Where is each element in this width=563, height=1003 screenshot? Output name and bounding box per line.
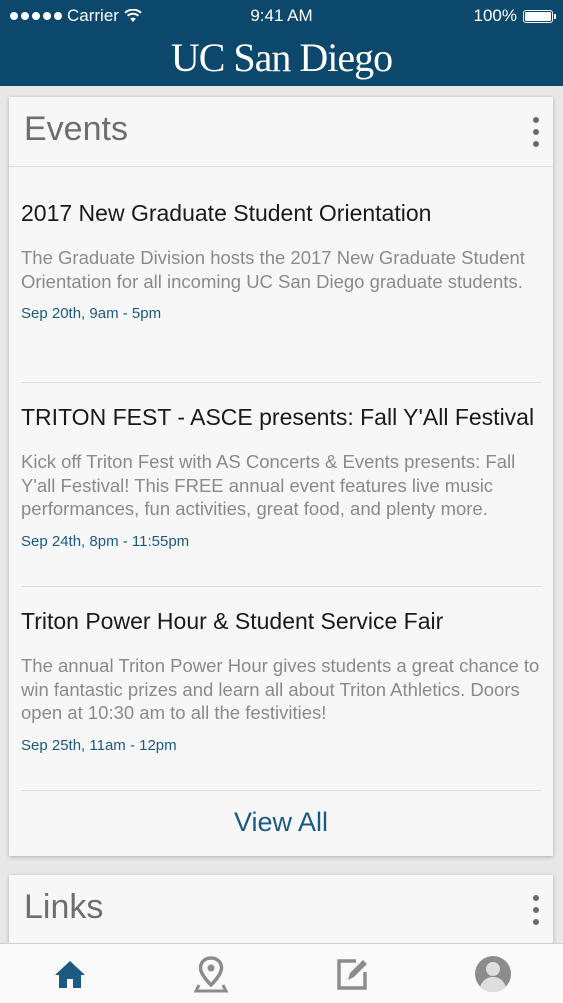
links-more-icon[interactable]: [531, 895, 541, 925]
links-card-title: Links: [24, 888, 104, 926]
map-pin-icon: [193, 956, 229, 993]
event-item[interactable]: Triton Power Hour & Student Service Fair…: [21, 606, 541, 756]
profile-icon: [475, 956, 511, 992]
bottom-tab-bar: [0, 943, 563, 1003]
tab-map[interactable]: [191, 954, 231, 994]
event-time: Sep 24th, 8pm - 11:55pm: [21, 532, 190, 550]
app-header: Carrier 9:41 AM 100% UC San Diego: [0, 0, 563, 86]
battery-percent: 100%: [473, 6, 517, 25]
event-title: TRITON FEST - ASCE presents: Fall Y'All …: [21, 404, 535, 430]
event-divider: [21, 790, 541, 791]
event-description: The Graduate Division hosts the 2017 New…: [21, 247, 525, 292]
events-card-title: Events: [24, 110, 128, 148]
event-description: The annual Triton Power Hour gives stude…: [21, 655, 540, 723]
status-bar: Carrier 9:41 AM 100%: [0, 0, 563, 32]
edit-icon: [337, 959, 367, 990]
event-time: Sep 20th, 9am - 5pm: [21, 305, 162, 322]
battery-icon: [523, 9, 556, 23]
card-header-divider: [9, 166, 553, 167]
event-divider: [21, 586, 541, 587]
events-more-icon[interactable]: [531, 117, 541, 147]
event-time: Sep 25th, 11am - 12pm: [21, 736, 177, 754]
tab-profile[interactable]: [473, 954, 513, 994]
event-description: Kick off Triton Fest with AS Concerts & …: [21, 451, 516, 519]
tab-notes[interactable]: [332, 954, 372, 994]
battery-indicator: 100%: [473, 0, 556, 32]
home-icon: [55, 961, 85, 988]
event-title: 2017 New Graduate Student Orientation: [21, 200, 432, 226]
tab-home[interactable]: [50, 954, 90, 994]
event-divider: [21, 382, 541, 383]
event-title: Triton Power Hour & Student Service Fair: [21, 608, 444, 634]
uc-san-diego-logo: UC San Diego: [170, 35, 393, 80]
events-card: Events 2017 New Graduate Student Orienta…: [9, 97, 553, 856]
event-item[interactable]: 2017 New Graduate Student Orientation Th…: [21, 198, 541, 324]
view-all-events-link[interactable]: View All: [9, 802, 553, 842]
event-item[interactable]: TRITON FEST - ASCE presents: Fall Y'All …: [21, 402, 541, 552]
